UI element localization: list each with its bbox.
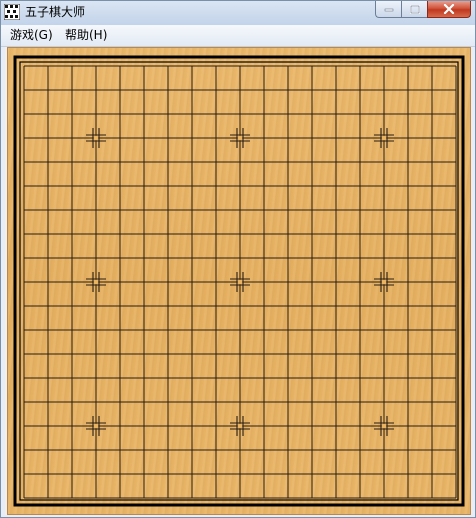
menu-help[interactable]: 帮助(H) — [65, 28, 107, 43]
gomoku-board[interactable] — [7, 47, 471, 515]
gomoku-app-icon — [4, 4, 20, 20]
maximize-button[interactable] — [401, 1, 427, 18]
board-grid[interactable] — [7, 47, 471, 515]
close-icon — [443, 4, 455, 14]
menu-game[interactable]: 游戏(G) — [10, 28, 53, 43]
window-title: 五子棋大师 — [25, 5, 86, 19]
title-bar[interactable]: 五子棋大师 — [1, 1, 475, 25]
maximize-icon — [409, 4, 420, 14]
close-button[interactable] — [427, 1, 471, 18]
app-window: 五子棋大师 游戏(G) 帮助(H) — [0, 0, 476, 518]
minimize-icon — [384, 8, 393, 12]
menu-bar: 游戏(G) 帮助(H) — [1, 25, 475, 47]
caption-buttons — [375, 1, 471, 19]
minimize-button[interactable] — [375, 1, 401, 18]
